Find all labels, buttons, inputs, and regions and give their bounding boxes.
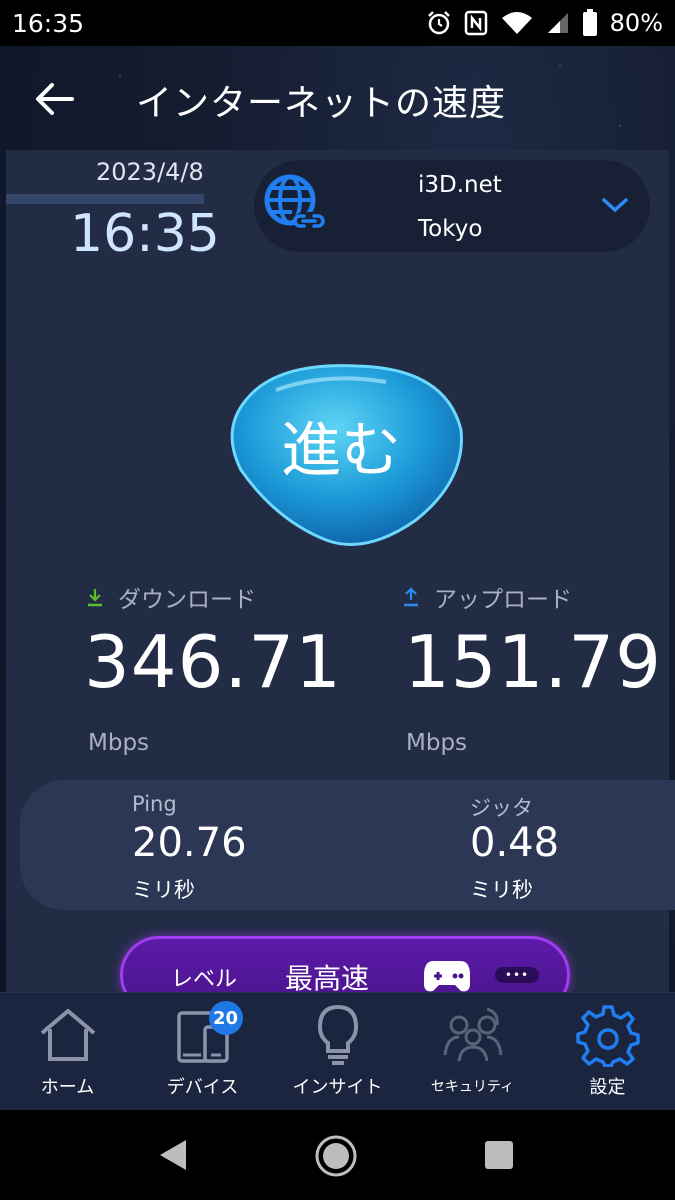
nav-insight[interactable]: インサイト xyxy=(270,993,405,1110)
gear-icon xyxy=(575,1005,640,1067)
app-screen: インターネットの速度 2023/4/8 16:35 i3D.net Tokyo xyxy=(0,46,675,1110)
download-arrow-icon xyxy=(88,589,102,607)
nfc-icon xyxy=(464,10,487,36)
nav-settings[interactable]: 設定 xyxy=(540,993,675,1110)
latency-card: Ping 20.76 ミリ秒 ジッタ 0.48 ミリ秒 xyxy=(20,780,675,910)
chevron-down-icon[interactable] xyxy=(600,194,630,216)
nav-settings-label: 設定 xyxy=(589,1077,626,1098)
level-label: レベル xyxy=(171,967,238,992)
upload-arrow-icon xyxy=(404,587,418,607)
upload-label-row: アップロード xyxy=(402,580,572,614)
jitter-value: 0.48 xyxy=(470,820,560,866)
nav-security[interactable]: セキュリティ xyxy=(405,993,540,1110)
back-arrow-icon[interactable] xyxy=(34,82,74,116)
upload-value: 151.79 xyxy=(404,620,662,704)
gamepad-icon xyxy=(424,961,470,992)
ping-label: Ping xyxy=(132,792,177,816)
level-value: 最高速 xyxy=(285,962,370,995)
nav-insight-label: インサイト xyxy=(292,1077,383,1098)
bottom-nav: ホーム 20 デバイス インサイト セキュリティ 設定 xyxy=(0,992,675,1110)
system-home-icon[interactable] xyxy=(314,1134,358,1178)
go-button[interactable] xyxy=(216,360,466,550)
nav-devices-label: デバイス xyxy=(166,1077,239,1098)
jitter-unit: ミリ秒 xyxy=(470,878,533,902)
ping-unit: ミリ秒 xyxy=(132,878,195,902)
nav-home[interactable]: ホーム xyxy=(0,993,135,1110)
home-icon xyxy=(40,1009,95,1061)
result-time: 16:35 xyxy=(70,204,220,264)
status-time: 16:35 xyxy=(12,8,85,38)
status-icons: 80% xyxy=(426,9,663,37)
nav-home-label: ホーム xyxy=(40,1077,95,1098)
nav-devices[interactable]: 20 デバイス xyxy=(135,993,270,1110)
battery-percent: 80% xyxy=(609,9,663,37)
download-unit: Mbps xyxy=(88,730,150,756)
header: インターネットの速度 xyxy=(0,46,675,150)
devices-count-badge: 20 xyxy=(208,1001,243,1035)
alarm-icon xyxy=(427,11,450,35)
download-label: ダウンロード xyxy=(118,587,256,613)
more-menu[interactable]: ••• xyxy=(495,967,539,983)
download-label-row: ダウンロード xyxy=(86,580,256,614)
server-location: Tokyo xyxy=(418,216,483,242)
date-underline xyxy=(6,194,204,204)
system-recent-icon[interactable] xyxy=(484,1140,514,1170)
more-dots: ••• xyxy=(504,968,530,982)
nav-security-label: セキュリティ xyxy=(430,1079,515,1095)
page-title: インターネットの速度 xyxy=(136,83,507,124)
wifi-icon xyxy=(501,12,532,34)
jitter-label: ジッタ xyxy=(470,796,533,820)
result-date: 2023/4/8 xyxy=(96,158,204,186)
devices-icon-wrap: 20 xyxy=(171,1001,243,1067)
download-value: 346.71 xyxy=(84,620,342,704)
globe-link-icon xyxy=(264,174,325,230)
upload-unit: Mbps xyxy=(406,730,468,756)
speedtest-panel: 2023/4/8 16:35 i3D.net Tokyo 進む ダウンロード ア… xyxy=(6,150,675,1014)
system-nav-bar xyxy=(0,1110,675,1200)
battery-icon xyxy=(582,9,597,36)
upload-label: アップロード xyxy=(434,587,572,613)
signal-icon xyxy=(547,13,568,33)
ping-value: 20.76 xyxy=(132,820,247,866)
status-bar: 16:35 80% xyxy=(0,0,675,46)
system-back-icon[interactable] xyxy=(158,1138,188,1172)
lightbulb-icon xyxy=(317,1004,358,1065)
family-icon xyxy=(443,1007,502,1062)
server-name: i3D.net xyxy=(418,172,502,198)
